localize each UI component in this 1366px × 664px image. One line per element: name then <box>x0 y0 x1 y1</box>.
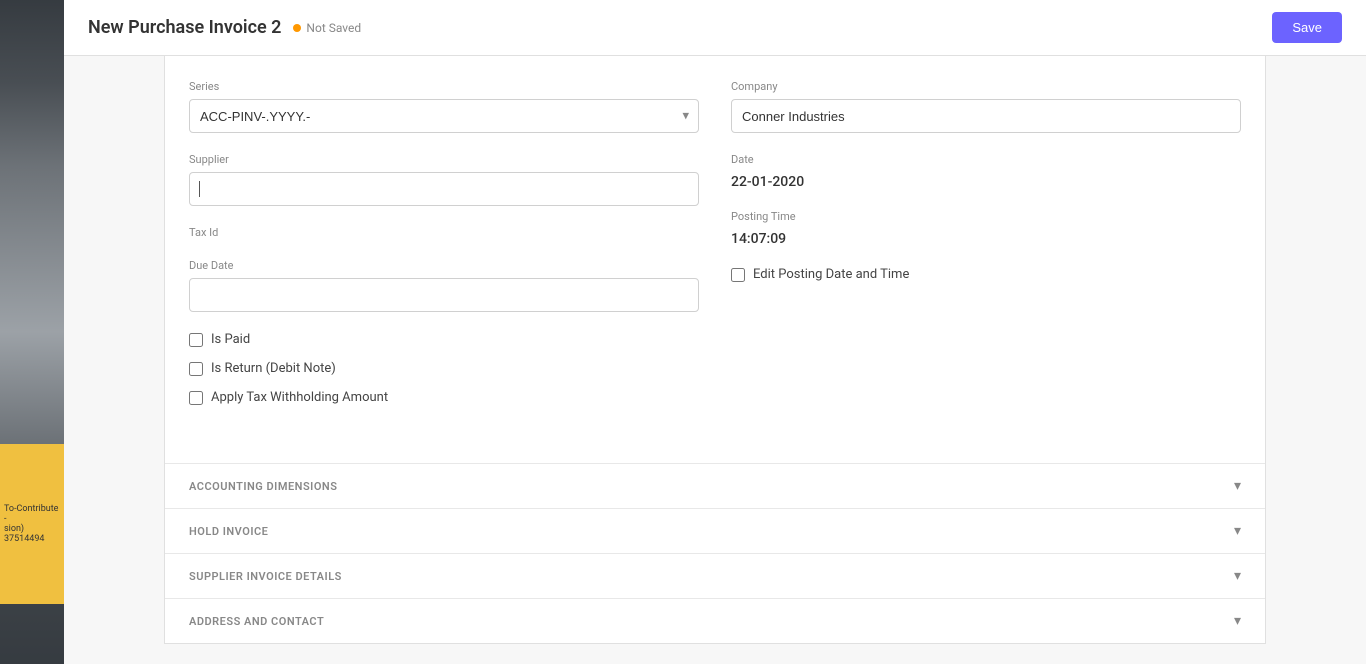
due-date-input[interactable] <box>189 278 699 312</box>
is-return-checkbox[interactable] <box>189 362 203 376</box>
cursor <box>199 181 200 197</box>
top-header: New Purchase Invoice 2 Not Saved Save <box>64 0 1366 56</box>
posting-time-group: Posting Time 14:07:09 <box>731 210 1241 247</box>
due-date-label: Due Date <box>189 259 699 272</box>
posting-time-label: Posting Time <box>731 210 1241 223</box>
status-text: Not Saved <box>306 21 361 35</box>
save-button[interactable]: Save <box>1272 12 1342 43</box>
status-dot <box>293 24 301 32</box>
is-paid-group: Is Paid <box>189 332 699 347</box>
form-row-1: Series ACC-PINV-.YYYY.- ▾ Su <box>189 80 1241 419</box>
accounting-dimensions-chevron-icon: ▾ <box>1234 478 1241 494</box>
company-group: Company <box>731 80 1241 133</box>
sidebar-text-3: 37514494 <box>4 534 44 544</box>
form-col-right-1: Company Date 22-01-2020 Posting Time <box>731 80 1241 419</box>
company-label: Company <box>731 80 1241 93</box>
sidebar-yellow-block: To-Contribute- sion) 37514494 <box>0 444 64 604</box>
series-label: Series <box>189 80 699 93</box>
supplier-invoice-details-chevron-icon: ▾ <box>1234 568 1241 584</box>
accounting-dimensions-title: ACCOUNTING DIMENSIONS <box>189 480 337 493</box>
is-return-group: Is Return (Debit Note) <box>189 361 699 376</box>
date-label: Date <box>731 153 1241 166</box>
date-group: Date 22-01-2020 <box>731 153 1241 190</box>
apply-tax-group: Apply Tax Withholding Amount <box>189 390 699 405</box>
hold-invoice-title: HOLD INVOICE <box>189 525 268 538</box>
page-title: New Purchase Invoice 2 <box>88 17 281 38</box>
is-return-label: Is Return (Debit Note) <box>211 361 336 376</box>
tax-id-group: Tax Id <box>189 226 699 239</box>
due-date-group: Due Date <box>189 259 699 312</box>
address-contact-title: ADDRESS AND CONTACT <box>189 615 324 628</box>
supplier-input[interactable] <box>189 172 699 206</box>
tax-id-label: Tax Id <box>189 226 699 239</box>
form-col-left-1: Series ACC-PINV-.YYYY.- ▾ Su <box>189 80 699 419</box>
edit-posting-checkbox[interactable] <box>731 268 745 282</box>
not-saved-badge: Not Saved <box>293 21 361 35</box>
sidebar-text-2: sion) <box>4 524 24 534</box>
series-select-wrapper[interactable]: ACC-PINV-.YYYY.- ▾ <box>189 99 699 133</box>
form-card: Series ACC-PINV-.YYYY.- ▾ Su <box>164 56 1266 644</box>
hold-invoice-section[interactable]: HOLD INVOICE ▾ <box>165 508 1265 553</box>
accounting-dimensions-section[interactable]: ACCOUNTING DIMENSIONS ▾ <box>165 463 1265 508</box>
supplier-label: Supplier <box>189 153 699 166</box>
is-paid-checkbox[interactable] <box>189 333 203 347</box>
supplier-input-wrapper <box>189 172 699 206</box>
posting-time-value: 14:07:09 <box>731 227 1241 247</box>
series-select[interactable]: ACC-PINV-.YYYY.- <box>189 99 699 133</box>
is-paid-label: Is Paid <box>211 332 250 347</box>
main-content: New Purchase Invoice 2 Not Saved Save <box>64 0 1366 664</box>
address-contact-chevron-icon: ▾ <box>1234 613 1241 629</box>
form-body: Series ACC-PINV-.YYYY.- ▾ Su <box>165 56 1265 463</box>
edit-posting-label: Edit Posting Date and Time <box>753 267 909 282</box>
edit-posting-group: Edit Posting Date and Time <box>731 267 1241 282</box>
hold-invoice-chevron-icon: ▾ <box>1234 523 1241 539</box>
form-container: Series ACC-PINV-.YYYY.- ▾ Su <box>64 56 1366 664</box>
apply-tax-checkbox[interactable] <box>189 391 203 405</box>
sidebar-text-1: To-Contribute- <box>4 504 60 524</box>
company-input[interactable] <box>731 99 1241 133</box>
supplier-group: Supplier <box>189 153 699 206</box>
address-contact-section[interactable]: ADDRESS AND CONTACT ▾ <box>165 598 1265 643</box>
supplier-invoice-details-section[interactable]: SUPPLIER INVOICE DETAILS ▾ <box>165 553 1265 598</box>
series-group: Series ACC-PINV-.YYYY.- ▾ <box>189 80 699 133</box>
apply-tax-label: Apply Tax Withholding Amount <box>211 390 388 405</box>
header-left: New Purchase Invoice 2 Not Saved <box>88 17 361 38</box>
date-value: 22-01-2020 <box>731 170 1241 190</box>
supplier-invoice-details-title: SUPPLIER INVOICE DETAILS <box>189 570 342 583</box>
sidebar: To-Contribute- sion) 37514494 <box>0 0 64 664</box>
